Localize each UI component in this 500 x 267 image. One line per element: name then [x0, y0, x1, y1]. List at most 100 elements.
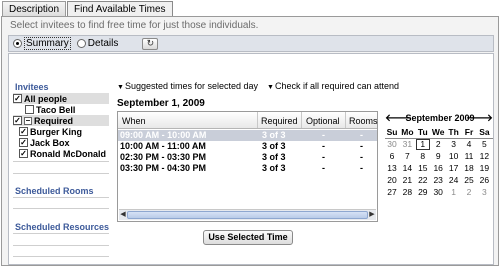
- check-required-label: Check if all required can attend: [274, 81, 400, 91]
- calendar-day[interactable]: 30: [431, 187, 445, 198]
- calendar-day[interactable]: 16: [431, 163, 445, 174]
- tab-description[interactable]: Description: [2, 1, 67, 17]
- calendar-day[interactable]: 29: [416, 187, 430, 198]
- table-row[interactable]: 02:30 PM - 03:30 PM 3 of 3 - -: [118, 152, 377, 163]
- calendar-day[interactable]: 10: [447, 151, 461, 162]
- calendar-day[interactable]: 22: [416, 175, 430, 186]
- column-header-rooms[interactable]: Rooms: [346, 112, 378, 128]
- cell-required: 3 of 3: [262, 152, 286, 162]
- invitee-row-all-people[interactable]: ✓ All people: [13, 93, 109, 104]
- invitee-label: Burger King: [30, 126, 83, 137]
- invitee-row-jack-box[interactable]: ✓ Jack Box: [13, 137, 109, 148]
- calendar-day[interactable]: 2: [462, 187, 476, 198]
- calendar-day[interactable]: 26: [477, 175, 491, 186]
- invitee-row-required[interactable]: ✓ – Required: [13, 115, 109, 126]
- invitee-row-burger-king[interactable]: ✓ Burger King: [13, 126, 109, 137]
- triangle-down-icon: ▼: [117, 84, 124, 91]
- check-icon[interactable]: ✓: [19, 138, 28, 147]
- summary-label: Summary: [24, 37, 71, 50]
- summary-radio-icon[interactable]: [13, 39, 22, 48]
- divider: [13, 161, 109, 162]
- details-label: Details: [87, 38, 119, 49]
- calendar-day[interactable]: 21: [400, 175, 414, 186]
- calendar-day[interactable]: 3: [447, 139, 461, 150]
- month-calendar: 🡐 September 2009 🡒 Su Mo Tu We Th Fr Sa 30 31 1 2…: [385, 113, 493, 199]
- calendar-day[interactable]: 12: [477, 151, 491, 162]
- divider: [13, 197, 109, 198]
- calendar-week-row: 6 7 8 9 10 11 12: [385, 151, 493, 163]
- calendar-day[interactable]: 24: [447, 175, 461, 186]
- scroll-left-icon[interactable]: ◀: [119, 210, 127, 220]
- summary-radio[interactable]: Summary: [13, 37, 71, 50]
- invitee-row-taco-bell[interactable]: Taco Bell: [13, 104, 109, 115]
- calendar-weeks: 30 31 1 2 3 4 5 6 7 8 9 10 11 12 13 14 15 16 17 18 19 20 21 22 2…: [385, 139, 493, 199]
- calendar-day[interactable]: 20: [385, 175, 399, 186]
- collapse-minus-icon[interactable]: –: [24, 116, 32, 125]
- scrollbar-thumb[interactable]: [127, 211, 368, 219]
- scroll-right-icon[interactable]: ▶: [368, 210, 376, 220]
- selected-date-heading: September 1, 2009: [117, 98, 205, 109]
- calendar-day[interactable]: 27: [385, 187, 399, 198]
- invitee-label: Jack Box: [30, 137, 70, 148]
- invitee-row-ronald-mcdonald[interactable]: ✓ Ronald McDonald: [13, 148, 109, 159]
- calendar-day[interactable]: 31: [400, 139, 414, 150]
- calendar-day[interactable]: 28: [400, 187, 414, 198]
- calendar-day[interactable]: 6: [385, 151, 399, 162]
- suggested-times-option[interactable]: ▼Suggested times for selected day: [117, 81, 258, 91]
- calendar-week-row: 30 31 1 2 3 4 5: [385, 139, 493, 151]
- checkbox-empty-icon[interactable]: [25, 105, 34, 114]
- use-selected-time-button[interactable]: Use Selected Time: [203, 230, 293, 245]
- column-header-when[interactable]: When: [118, 112, 258, 128]
- table-row[interactable]: 03:30 PM - 04:30 PM 3 of 3 - -: [118, 163, 377, 174]
- calendar-day[interactable]: 14: [400, 163, 414, 174]
- triangle-down-icon: ▼: [267, 84, 274, 91]
- cell-rooms: -: [360, 163, 363, 173]
- calendar-day[interactable]: 1: [415, 139, 430, 150]
- column-header-required[interactable]: Required: [258, 112, 302, 128]
- calendar-day[interactable]: 23: [431, 175, 445, 186]
- main-panel: Invitees ✓ All people Taco Bell ✓ – Requ…: [8, 53, 494, 265]
- calendar-day[interactable]: 9: [431, 151, 445, 162]
- calendar-day[interactable]: 15: [416, 163, 430, 174]
- details-radio[interactable]: Details: [76, 38, 119, 49]
- invitee-label: Required: [34, 115, 74, 126]
- calendar-day[interactable]: 19: [477, 163, 491, 174]
- details-radio-icon[interactable]: [76, 39, 86, 48]
- calendar-day[interactable]: 13: [385, 163, 399, 174]
- cell-when: 10:00 AM - 11:00 AM: [120, 141, 206, 151]
- column-header-optional[interactable]: Optional: [302, 112, 346, 128]
- table-row[interactable]: 09:00 AM - 10:00 AM 3 of 3 - -: [118, 130, 377, 141]
- horizontal-scrollbar[interactable]: ◀ ▶: [119, 209, 376, 220]
- refresh-button[interactable]: ↻: [142, 37, 159, 50]
- check-icon[interactable]: ✓: [13, 94, 22, 103]
- calendar-day[interactable]: 3: [477, 187, 491, 198]
- check-icon[interactable]: ✓: [13, 116, 22, 125]
- divider: [13, 233, 109, 234]
- hint-text: Select invitees to find free time for ju…: [10, 20, 259, 31]
- tab-find-available-times[interactable]: Find Available Times: [67, 1, 173, 17]
- cell-optional: -: [322, 141, 325, 151]
- calendar-day[interactable]: 18: [462, 163, 476, 174]
- calendar-day[interactable]: 5: [477, 139, 491, 150]
- arrow-right-icon[interactable]: 🡒: [466, 113, 493, 124]
- calendar-day[interactable]: 8: [416, 151, 430, 162]
- calendar-header: 🡐 September 2009 🡒: [385, 113, 493, 125]
- calendar-day[interactable]: 4: [462, 139, 476, 150]
- calendar-day[interactable]: 25: [462, 175, 476, 186]
- available-times-grid: When Required Optional Rooms 09:00 AM - …: [117, 111, 378, 222]
- check-required-option[interactable]: ▼Check if all required can attend: [267, 81, 399, 91]
- divider: [13, 208, 109, 209]
- calendar-day[interactable]: 7: [400, 151, 414, 162]
- calendar-week-row: 27 28 29 30 1 2 3: [385, 187, 493, 199]
- calendar-week-row: 13 14 15 16 17 18 19: [385, 163, 493, 175]
- calendar-day[interactable]: 11: [462, 151, 476, 162]
- check-icon[interactable]: ✓: [19, 149, 28, 158]
- calendar-day[interactable]: 17: [447, 163, 461, 174]
- calendar-day-name: We: [431, 127, 445, 137]
- calendar-day[interactable]: 30: [385, 139, 399, 150]
- calendar-day[interactable]: 1: [447, 187, 461, 198]
- calendar-day[interactable]: 2: [431, 139, 445, 150]
- table-row[interactable]: 10:00 AM - 11:00 AM 3 of 3 - -: [118, 141, 377, 152]
- check-icon[interactable]: ✓: [19, 127, 28, 136]
- scheduled-rooms-title: Scheduled Rooms: [15, 186, 94, 196]
